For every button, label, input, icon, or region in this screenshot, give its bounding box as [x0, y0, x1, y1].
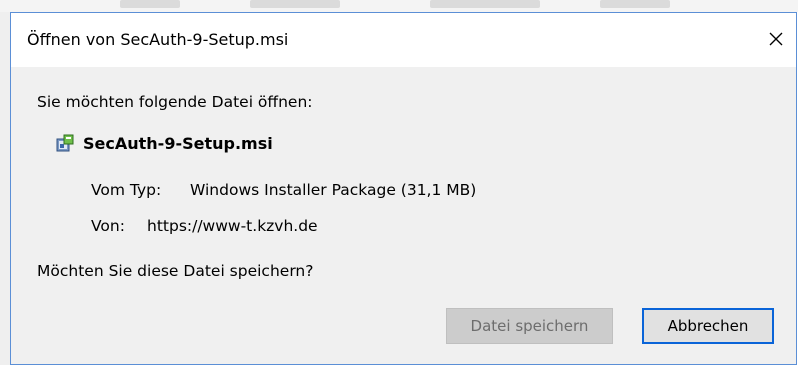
type-label: Vom Typ: — [91, 181, 162, 199]
dialog-titlebar: Öffnen von SecAuth-9-Setup.msi — [11, 13, 796, 67]
save-question: Möchten Sie diese Datei speichern? — [37, 262, 314, 280]
installer-package-icon — [56, 134, 74, 152]
background-text-fragment — [120, 0, 180, 8]
background-window-edge — [0, 12, 10, 365]
close-button[interactable] — [762, 25, 790, 53]
background-text-fragment — [250, 0, 340, 8]
from-value: https://www-t.kzvh.de — [147, 217, 318, 235]
file-name: SecAuth-9-Setup.msi — [83, 133, 273, 153]
file-row: SecAuth-9-Setup.msi — [55, 133, 273, 153]
background-text-fragment — [430, 0, 540, 8]
background-text-fragment — [600, 0, 670, 8]
close-icon — [769, 32, 783, 46]
background-window-strip — [0, 0, 798, 12]
cancel-button[interactable]: Abbrechen — [642, 308, 774, 344]
download-dialog: Öffnen von SecAuth-9-Setup.msi Sie möcht… — [10, 12, 797, 365]
open-prompt: Sie möchten folgende Datei öffnen: — [37, 93, 313, 111]
dialog-title: Öffnen von SecAuth-9-Setup.msi — [27, 30, 289, 49]
save-file-button[interactable]: Datei speichern — [446, 308, 613, 344]
from-label: Von: — [91, 217, 125, 235]
type-value: Windows Installer Package (31,1 MB) — [190, 181, 477, 199]
